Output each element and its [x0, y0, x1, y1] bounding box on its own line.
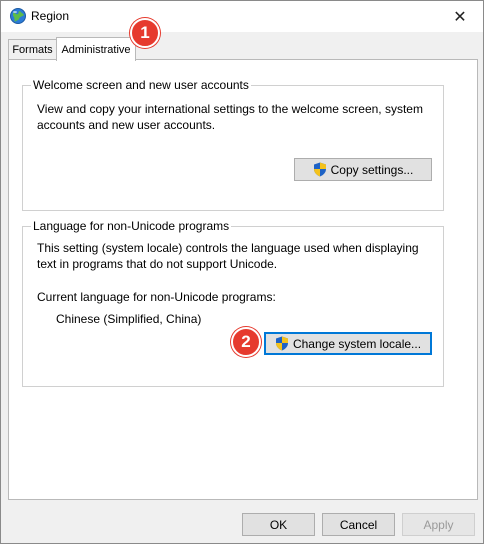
- title-bar: Region ✕: [1, 1, 483, 32]
- tab-formats[interactable]: Formats: [8, 39, 57, 60]
- current-language-value: Chinese (Simplified, China): [56, 312, 202, 326]
- globe-icon: [10, 8, 26, 24]
- tab-administrative[interactable]: Administrative: [56, 37, 136, 61]
- locale-description-line-1: This setting (system locale) controls th…: [37, 241, 419, 255]
- annotation-badge-2: 2: [231, 327, 261, 357]
- uac-shield-icon: [313, 162, 326, 177]
- welcome-description-line-2: accounts and new user accounts.: [37, 118, 216, 132]
- cancel-button[interactable]: Cancel: [322, 513, 395, 536]
- region-dialog: Region ✕ Formats Administrative 1 Welcom…: [0, 0, 484, 544]
- welcome-screen-group: Welcome screen and new user accounts Vie…: [22, 78, 444, 211]
- change-system-locale-label: Change system locale...: [292, 336, 422, 351]
- apply-button[interactable]: Apply: [402, 513, 475, 536]
- cancel-label: Cancel: [339, 517, 378, 532]
- close-button[interactable]: ✕: [437, 1, 483, 32]
- close-icon: ✕: [453, 8, 467, 26]
- copy-settings-label: Copy settings...: [330, 162, 414, 177]
- annotation-badge-1: 1: [130, 18, 160, 48]
- change-system-locale-button[interactable]: Change system locale...: [264, 332, 432, 355]
- copy-settings-button[interactable]: Copy settings...: [294, 158, 432, 181]
- welcome-screen-legend: Welcome screen and new user accounts: [31, 78, 251, 92]
- apply-label: Apply: [423, 517, 454, 532]
- administrative-panel: Welcome screen and new user accounts Vie…: [8, 59, 478, 500]
- window-title: Region: [31, 9, 70, 23]
- ok-button[interactable]: OK: [242, 513, 315, 536]
- uac-shield-icon: [275, 336, 288, 351]
- welcome-description-line-1: View and copy your international setting…: [37, 102, 423, 116]
- non-unicode-group: Language for non-Unicode programs This s…: [22, 219, 444, 387]
- tab-administrative-label: Administrative: [61, 43, 131, 56]
- locale-description-line-2: text in programs that do not support Uni…: [37, 257, 278, 271]
- current-language-label: Current language for non-Unicode program…: [37, 290, 276, 304]
- tab-formats-label: Formats: [12, 44, 53, 56]
- ok-label: OK: [269, 517, 288, 532]
- non-unicode-legend: Language for non-Unicode programs: [31, 219, 232, 233]
